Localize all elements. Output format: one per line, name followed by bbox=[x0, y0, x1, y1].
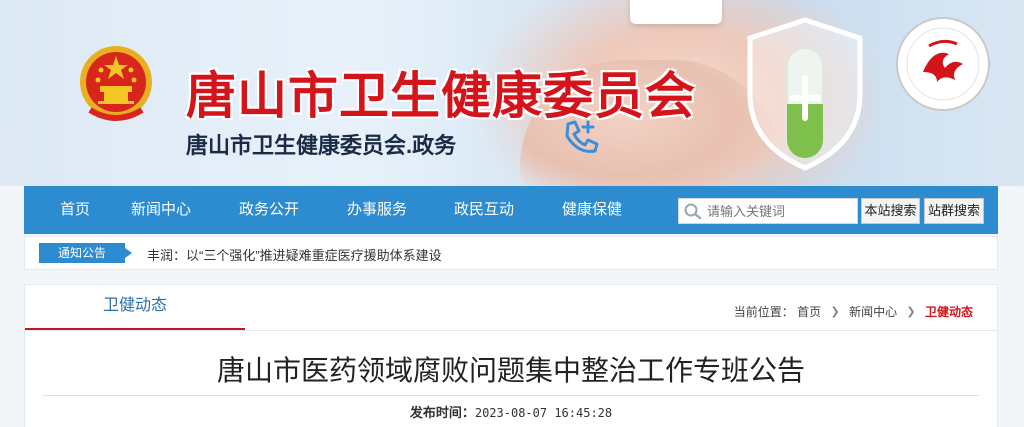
notice-bar: 通知公告 丰润：以“三个强化”推进疑难重症医疗援助体系建设 bbox=[24, 236, 998, 270]
title-divider bbox=[43, 395, 979, 396]
shield-capsule-icon bbox=[747, 17, 863, 171]
publish-info: 发布时间：2023-08-07 16:45:28 bbox=[25, 402, 997, 421]
site-search-button[interactable]: 本站搜索 bbox=[861, 198, 920, 224]
article-title: 唐山市医药领域腐败问题集中整治工作专班公告 bbox=[216, 355, 805, 386]
search-box bbox=[678, 198, 858, 224]
nav-item-gov-affairs[interactable]: 政务公开 bbox=[239, 186, 299, 234]
group-search-button[interactable]: 站群搜索 bbox=[924, 198, 984, 224]
breadcrumb-current[interactable]: 卫健动态 bbox=[925, 303, 973, 320]
chevron-right-icon: ❯ bbox=[906, 306, 916, 318]
seal-logo-icon bbox=[896, 17, 990, 111]
search-input[interactable] bbox=[707, 201, 855, 221]
breadcrumb-news[interactable]: 新闻中心 bbox=[849, 303, 897, 320]
breadcrumb-prefix: 当前位置： bbox=[733, 305, 794, 319]
tab-health-news[interactable]: 卫健动态 bbox=[25, 285, 245, 331]
site-subtitle: 唐山市卫生健康委员会.政务 bbox=[186, 133, 457, 158]
notice-tag: 通知公告 bbox=[39, 243, 132, 263]
publish-label: 发布时间： bbox=[409, 405, 475, 420]
nav-item-interaction[interactable]: 政民互动 bbox=[454, 186, 514, 234]
phone-icon bbox=[565, 120, 599, 153]
site-title: 唐山市卫生健康委员会 bbox=[186, 68, 696, 124]
nav-item-services[interactable]: 办事服务 bbox=[347, 186, 407, 234]
nav-item-health[interactable]: 健康保健 bbox=[562, 186, 622, 234]
notice-link[interactable]: 丰润：以“三个强化”推进疑难重症医疗援助体系建设 bbox=[147, 245, 442, 264]
header-banner: 唐山市卫生健康委员会 唐山市卫生健康委员会.政务 bbox=[0, 0, 1024, 186]
content-panel: 卫健动态 当前位置： 首页 ❯ 新闻中心 ❯ 卫健动态 唐山市医药领域腐败问题集… bbox=[24, 284, 998, 427]
nav-item-home[interactable]: 首页 bbox=[60, 186, 90, 234]
breadcrumb: 当前位置： 首页 ❯ 新闻中心 ❯ 卫健动态 bbox=[734, 303, 973, 320]
national-emblem-icon bbox=[80, 46, 152, 121]
publish-time: 2023-08-07 16:45:28 bbox=[474, 406, 613, 420]
chevron-right-icon: ❯ bbox=[830, 306, 840, 318]
tab-divider bbox=[25, 330, 997, 331]
banner-card-image bbox=[630, 0, 722, 24]
breadcrumb-home[interactable]: 首页 bbox=[797, 303, 821, 320]
nav-item-news[interactable]: 新闻中心 bbox=[131, 186, 191, 234]
search-icon bbox=[684, 203, 702, 220]
